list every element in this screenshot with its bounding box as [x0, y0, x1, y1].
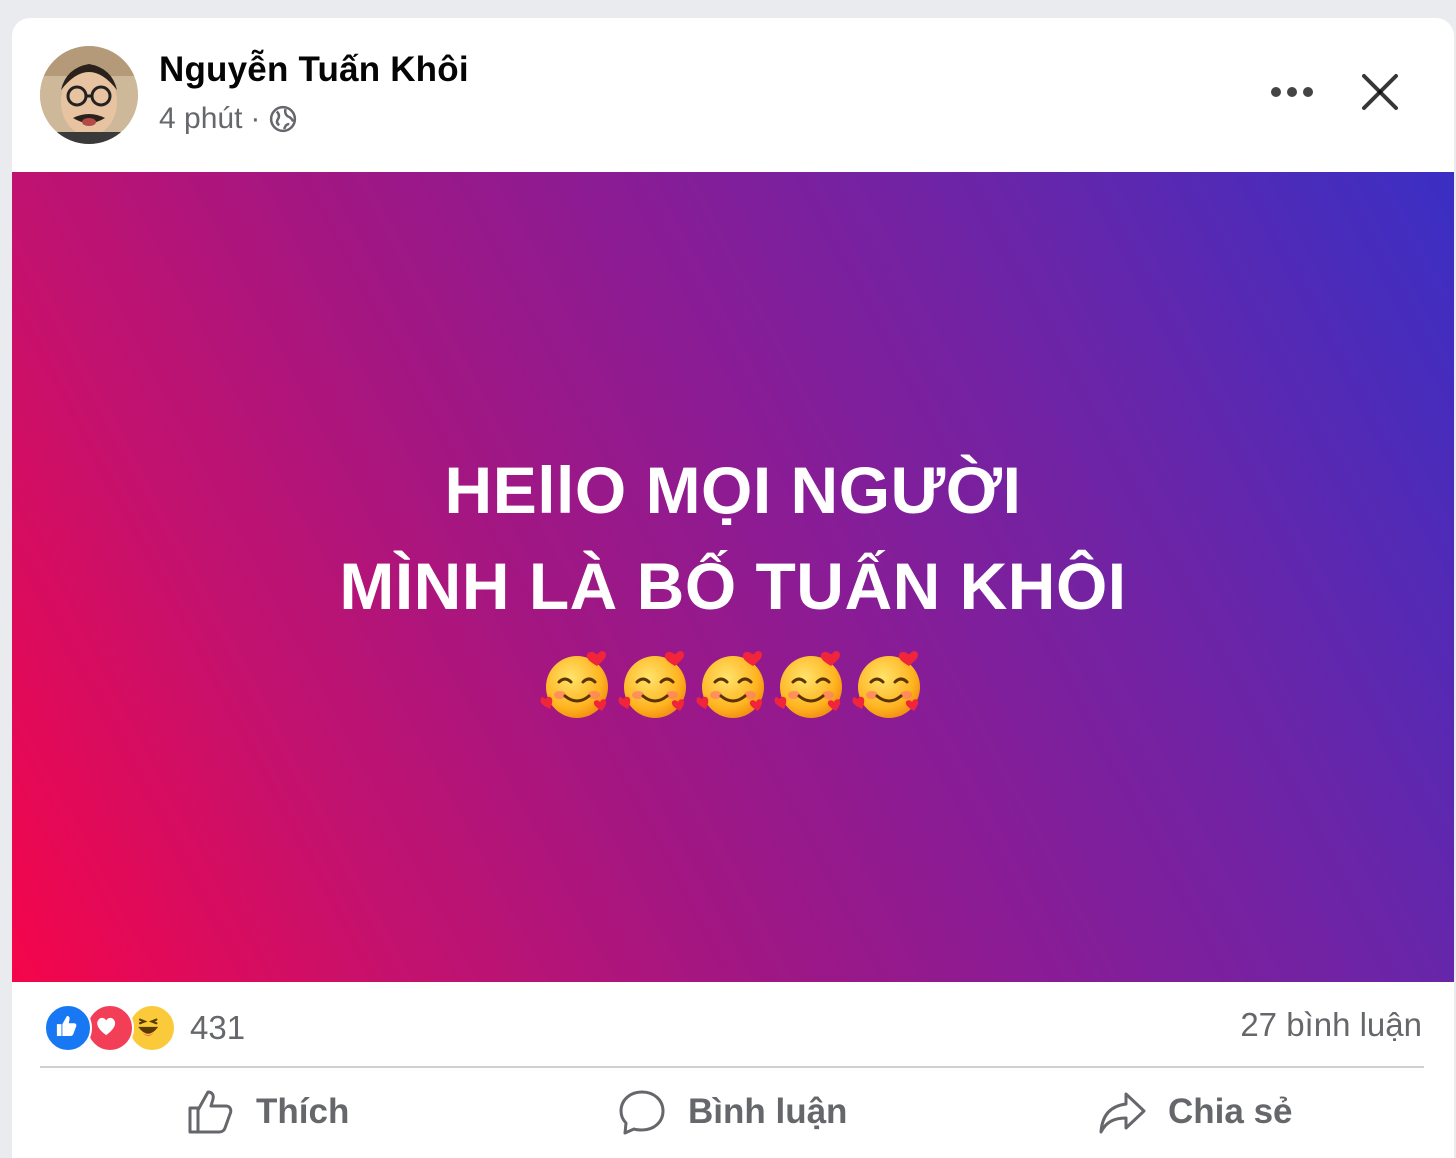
avatar-image — [40, 46, 138, 144]
like-button[interactable]: Thích — [184, 1086, 349, 1138]
more-dots-icon — [1271, 87, 1313, 97]
globe-icon[interactable] — [268, 104, 298, 134]
like-icon — [44, 1004, 92, 1052]
share-label: Chia sẻ — [1168, 1092, 1293, 1131]
smiling-face-with-hearts-icon — [696, 651, 764, 718]
author-name[interactable]: Nguyễn Tuấn Khôi — [159, 50, 469, 90]
haha-icon — [128, 1004, 176, 1052]
smiling-face-with-hearts-icon — [774, 651, 842, 718]
thumbs-up-icon — [188, 1090, 233, 1134]
reaction-count: 431 — [190, 1009, 246, 1046]
like-label: Thích — [256, 1092, 350, 1131]
comment-button[interactable]: Bình luận — [616, 1086, 847, 1138]
post-text-line-1: HEllO MỌI NGƯỜI — [444, 453, 1022, 527]
comment-count[interactable]: 27 bình luận — [1240, 1006, 1422, 1044]
close-icon — [1362, 74, 1398, 110]
comment-label: Bình luận — [688, 1092, 848, 1131]
author-avatar[interactable] — [40, 46, 138, 144]
post-stats: 431 27 bình luận — [12, 982, 1454, 1066]
close-button[interactable] — [1352, 66, 1408, 118]
smiling-face-with-hearts-icon — [618, 651, 686, 718]
post-meta: 4 phút · — [159, 102, 298, 136]
smiling-face-with-hearts-icon — [852, 651, 920, 718]
post-time[interactable]: 4 phút — [159, 102, 242, 136]
action-bar: Thích Bình luận Chia sẻ — [12, 1080, 1454, 1154]
post-card: Nguyễn Tuấn Khôi 4 phút · HEllO MỌI NGƯỜ… — [12, 18, 1454, 1158]
meta-separator: · — [250, 102, 261, 135]
divider — [40, 1066, 1424, 1068]
emoji-row — [12, 648, 1454, 722]
post-content-background: HEllO MỌI NGƯỜI MÌNH LÀ BỐ TUẤN KHÔI — [12, 172, 1454, 982]
comment-icon — [619, 1090, 665, 1135]
share-icon — [1099, 1092, 1146, 1134]
post-text-line-2: MÌNH LÀ BỐ TUẤN KHÔI — [339, 549, 1127, 623]
post-text: HEllO MỌI NGƯỜI MÌNH LÀ BỐ TUẤN KHÔI — [12, 442, 1454, 634]
love-icon — [86, 1004, 134, 1052]
reactions-summary[interactable]: 431 — [44, 1004, 245, 1052]
smiling-face-with-hearts-icon — [540, 651, 608, 718]
post-header: Nguyễn Tuấn Khôi 4 phút · — [12, 18, 1454, 172]
share-button[interactable]: Chia sẻ — [1096, 1086, 1293, 1138]
more-options-button[interactable] — [1264, 68, 1320, 116]
